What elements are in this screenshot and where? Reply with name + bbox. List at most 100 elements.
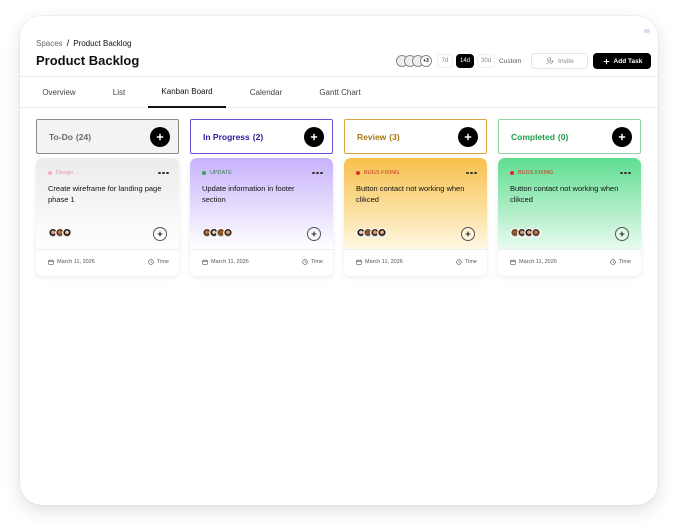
task-card-to-do[interactable]: Design Create wireframe for landing page … (36, 158, 179, 276)
plus-icon (619, 231, 625, 237)
tag-dot (202, 171, 206, 175)
add-card-button[interactable] (304, 127, 324, 147)
card-time: Time (148, 259, 169, 265)
card-date-text: March 11, 2026 (519, 259, 557, 265)
plus-icon (464, 133, 472, 141)
more-horizontal-icon[interactable] (158, 170, 170, 176)
card-date: March 11, 2026 (510, 259, 557, 265)
column-title: To-Do (49, 131, 73, 142)
add-card-button[interactable] (612, 127, 632, 147)
card-time: Time (302, 259, 323, 265)
member-avatars[interactable]: +3 (396, 55, 432, 67)
clock-icon (302, 259, 308, 265)
breadcrumb-spaces[interactable]: Spaces (36, 39, 63, 48)
card-date: March 11, 2026 (48, 259, 95, 265)
add-task-label: Add Task (613, 57, 643, 65)
add-task-button[interactable]: Add Task (593, 53, 652, 69)
card-date-text: March 11, 2026 (57, 259, 95, 265)
calendar-icon (48, 259, 54, 265)
tag-dot (510, 171, 514, 175)
more-horizontal-icon[interactable] (620, 170, 632, 176)
card-time-text: Time (310, 259, 323, 265)
tab-list[interactable]: List (100, 77, 138, 108)
card-tag: Design (48, 170, 73, 176)
app-window: Spaces / Product Backlog Product Backlog… (20, 16, 658, 505)
card-body: BUGS FIXING Button contact not working wh… (344, 158, 487, 249)
card-footer: March 11, 2026 Time (36, 249, 179, 276)
add-assignee-button[interactable] (307, 227, 321, 241)
calendar-icon (510, 259, 516, 265)
add-assignee-button[interactable] (615, 227, 629, 241)
tab-gantt-chart[interactable]: Gantt Chart (308, 77, 372, 108)
assignee-avatar (223, 228, 233, 238)
column-header-in-progress: In Progress (2) (190, 119, 333, 154)
date-range-toggle: 7d 14d 30d (437, 54, 496, 68)
window-indicator (644, 29, 650, 33)
invite-button[interactable]: Invite (531, 53, 589, 69)
more-horizontal-icon[interactable] (312, 170, 324, 176)
assignee-avatar (531, 228, 541, 238)
card-time: Time (456, 259, 477, 265)
tag-label: UPDATE (210, 170, 232, 176)
breadcrumb-current: Product Backlog (73, 38, 132, 48)
plus-icon (618, 133, 626, 141)
card-assignees (48, 228, 72, 238)
tab-calendar[interactable]: Calendar (236, 77, 296, 108)
task-card-in-progress[interactable]: UPDATE Update information in footer secti… (190, 158, 333, 276)
column-header-to-do: To-Do (24) (36, 119, 179, 154)
card-body: UPDATE Update information in footer secti… (190, 158, 333, 249)
card-footer: March 11, 2026 Time (344, 249, 487, 276)
range-7d-button[interactable]: 7d (437, 54, 453, 68)
page-title: Product Backlog (36, 53, 140, 68)
add-card-button[interactable] (458, 127, 478, 147)
tab-overview[interactable]: Overview (30, 77, 88, 108)
range-30d-button[interactable]: 30d (477, 54, 496, 68)
column-header-completed: Completed (0) (498, 119, 641, 154)
range-custom-button[interactable]: Custom (499, 58, 521, 65)
card-date: March 11, 2026 (202, 259, 249, 265)
card-footer: March 11, 2026 Time (498, 249, 641, 276)
calendar-icon (356, 259, 362, 265)
tag-dot (356, 171, 360, 175)
card-tag: UPDATE (202, 170, 232, 176)
plus-icon (310, 133, 318, 141)
card-assignees (510, 228, 541, 238)
range-14d-button[interactable]: 14d (456, 54, 475, 68)
task-card-completed[interactable]: BUGS FIXING Button contact not working wh… (498, 158, 641, 276)
tag-label: BUGS FIXING (364, 170, 400, 176)
plus-icon (311, 231, 317, 237)
task-card-review[interactable]: BUGS FIXING Button contact not working wh… (344, 158, 487, 276)
clock-icon (148, 259, 154, 265)
plus-icon (157, 231, 163, 237)
card-time-text: Time (464, 259, 477, 265)
column-title: In Progress (203, 131, 250, 142)
add-assignee-button[interactable] (461, 227, 475, 241)
assignee-avatar (377, 228, 387, 238)
plus-icon (156, 133, 164, 141)
card-title: Button contact not working when clikced (356, 184, 465, 204)
card-tag: BUGS FIXING (510, 170, 553, 176)
card-date: March 11, 2026 (356, 259, 403, 265)
column-count: (3) (389, 131, 400, 142)
add-card-button[interactable] (150, 127, 170, 147)
card-body: Design Create wireframe for landing page … (36, 158, 179, 249)
view-tabs: Overview List Kanban Board Calendar Gant… (20, 76, 658, 108)
tab-kanban-board[interactable]: Kanban Board (148, 77, 226, 108)
card-title: Button contact not working when clikced (510, 184, 619, 204)
column-title: Review (357, 131, 387, 142)
column-title: Completed (511, 131, 555, 142)
tag-dot (48, 171, 52, 175)
card-footer: March 11, 2026 Time (190, 249, 333, 276)
card-date-text: March 11, 2026 (211, 259, 249, 265)
breadcrumb-separator: / (66, 38, 70, 48)
tag-label: Design (56, 170, 74, 176)
add-assignee-button[interactable] (153, 227, 167, 241)
card-date-text: March 11, 2026 (365, 259, 403, 265)
more-horizontal-icon[interactable] (466, 170, 478, 176)
toolbar: +3 7d 14d 30d Custom Invite Add Task (396, 53, 652, 69)
calendar-icon (202, 259, 208, 265)
invite-label: Invite (558, 57, 574, 65)
card-time: Time (610, 259, 631, 265)
card-assignees (356, 228, 387, 238)
card-tag: BUGS FIXING (356, 170, 399, 176)
